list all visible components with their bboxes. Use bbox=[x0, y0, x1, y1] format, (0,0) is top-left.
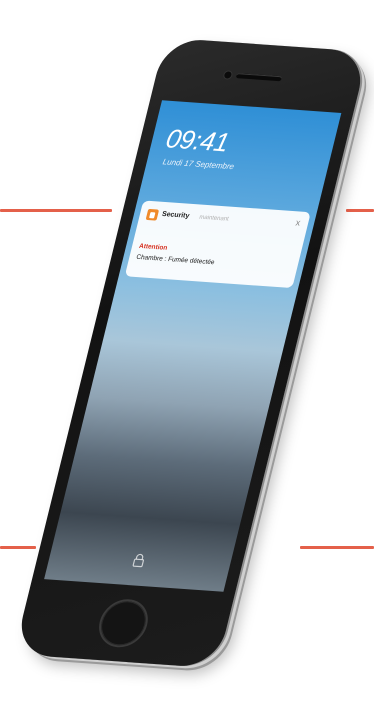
notification-card[interactable]: Security maintenant x Attention Chambre … bbox=[124, 200, 311, 289]
notification-body: Chambre : Fumée détectée bbox=[135, 253, 216, 267]
notification-app-name: Security bbox=[161, 210, 191, 220]
phone-mockup: 09:41 Lundi 17 Septembre Security mainte… bbox=[0, 0, 374, 724]
notification-title: Attention bbox=[138, 242, 169, 252]
notification-time: maintenant bbox=[198, 214, 230, 223]
lock-icon bbox=[132, 553, 144, 568]
shield-icon bbox=[145, 208, 160, 221]
close-icon[interactable]: x bbox=[295, 217, 302, 227]
lockscreen-date: Lundi 17 Septembre bbox=[161, 157, 236, 172]
phone-device: 09:41 Lundi 17 Septembre Security mainte… bbox=[13, 37, 369, 669]
lockscreen-time: 09:41 bbox=[163, 123, 233, 158]
